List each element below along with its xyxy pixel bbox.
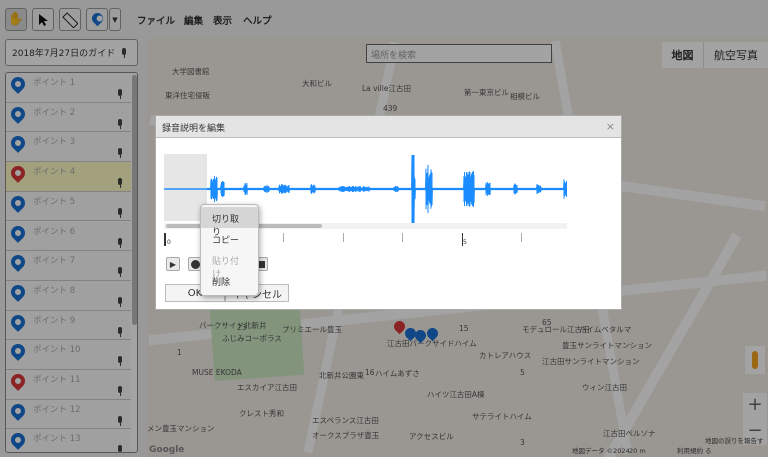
close-icon[interactable]: × [606, 120, 615, 133]
ruler-tick [402, 233, 403, 242]
ruler-tick [283, 233, 284, 242]
ruler-tick [521, 233, 522, 242]
context-menu: 切り取り コピー 貼り付け 削除 [200, 204, 259, 296]
ruler-label-5: 5 [463, 239, 467, 246]
play-icon: ▶ [169, 259, 177, 269]
menu-item-delete[interactable]: 削除 [201, 270, 258, 291]
dialog-title: 録音説明を編集 [156, 116, 621, 138]
menu-item-paste[interactable]: 貼り付け [201, 249, 258, 280]
menu-item-cut[interactable]: 切り取り [201, 207, 258, 238]
ruler-tick [164, 233, 166, 246]
record-icon [190, 259, 200, 269]
menu-item-copy[interactable]: コピー [201, 228, 258, 249]
ruler-tick [342, 233, 344, 242]
ruler-tick [461, 233, 463, 246]
play-button[interactable]: ▶ [166, 257, 180, 271]
ruler-label-0: 0 [167, 239, 171, 246]
